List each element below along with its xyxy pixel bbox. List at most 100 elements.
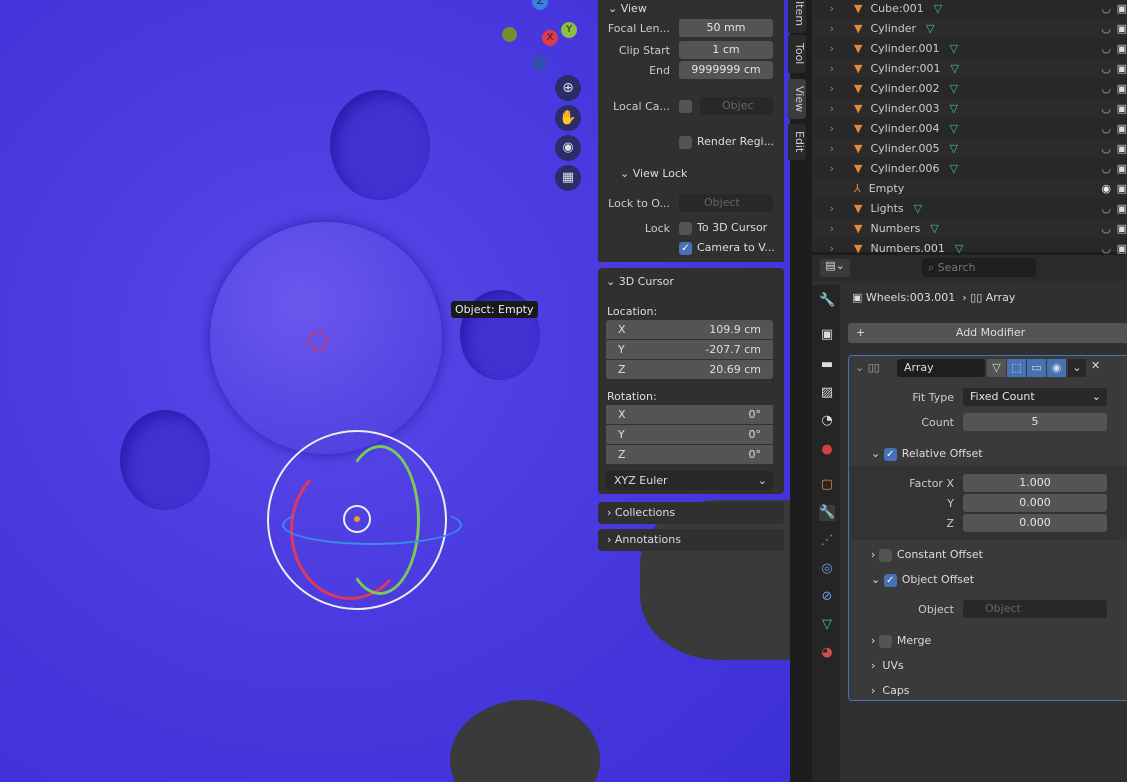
visibility-eye-icon[interactable]: ◡ xyxy=(1101,122,1111,135)
remove-modifier-icon[interactable]: ✕ xyxy=(1091,359,1100,372)
render-icon[interactable]: ▣ xyxy=(819,327,835,343)
modifier-wrench-icon[interactable]: 🔧 xyxy=(819,505,835,521)
render-camera-icon[interactable]: ▣ xyxy=(1117,2,1127,15)
particles-icon[interactable]: ⋰ xyxy=(819,533,835,549)
outliner-item[interactable]: › ▼ Cylinder.004 ▽ ◡ ▣ xyxy=(812,118,1127,138)
annotations-panel[interactable]: › Annotations xyxy=(598,529,784,551)
render-camera-icon[interactable]: ▣ xyxy=(1117,102,1127,115)
visibility-eye-icon[interactable]: ◡ xyxy=(1101,82,1111,95)
render-camera-icon[interactable]: ▣ xyxy=(1117,42,1127,55)
cursor-location-z[interactable]: Z 20.69 cm xyxy=(606,360,773,379)
tab-tool[interactable]: Tool xyxy=(788,35,806,73)
output-icon[interactable]: ▬ xyxy=(819,357,835,373)
object-icon[interactable]: ▢ xyxy=(819,477,835,493)
navigation-gizmo[interactable]: X Y Z xyxy=(498,0,588,80)
visibility-eye-icon[interactable]: ◡ xyxy=(1101,142,1111,155)
render-camera-icon[interactable]: ▣ xyxy=(1117,182,1127,195)
render-toggle[interactable]: ◉ xyxy=(1047,359,1066,377)
render-camera-icon[interactable]: ▣ xyxy=(1117,202,1127,215)
expand-icon[interactable]: › xyxy=(812,62,834,75)
offset-object-field[interactable]: Object xyxy=(963,600,1107,618)
cursor-rotation-y[interactable]: Y 0° xyxy=(606,425,773,444)
rotation-mode-dropdown[interactable]: XYZ Euler ⌄ xyxy=(606,471,773,490)
render-camera-icon[interactable]: ▣ xyxy=(1117,122,1127,135)
local-camera-field[interactable]: Objec xyxy=(700,97,773,115)
edit-mode-toggle[interactable]: ▽ xyxy=(987,359,1006,377)
visibility-eye-icon[interactable]: ◡ xyxy=(1101,242,1111,255)
render-camera-icon[interactable]: ▣ xyxy=(1117,142,1127,155)
expand-icon[interactable]: › xyxy=(812,102,834,115)
outliner-item[interactable]: › ▼ Cylinder.006 ▽ ◡ ▣ xyxy=(812,158,1127,178)
clip-end-field[interactable]: 9999999 cm xyxy=(679,61,773,79)
outliner-item[interactable]: › ▼ Cube:001 ▽ ◡ ▣ xyxy=(812,0,1127,18)
lock-to-object-field[interactable]: Object xyxy=(679,194,773,212)
search-input[interactable]: ⌕ Search xyxy=(922,258,1036,277)
factor-x-field[interactable]: 1.000 xyxy=(963,474,1107,492)
3d-cursor-icon[interactable] xyxy=(308,331,328,351)
expand-icon[interactable]: › xyxy=(812,202,834,215)
outliner-item[interactable]: › ▼ Cylinder.005 ▽ ◡ ▣ xyxy=(812,138,1127,158)
count-field[interactable]: 5 xyxy=(963,413,1107,431)
editor-type-icon[interactable]: ▤⌄ xyxy=(820,259,850,277)
rotate-ring-z[interactable] xyxy=(282,505,462,545)
render-camera-icon[interactable]: ▣ xyxy=(1117,62,1127,75)
cursor-rotation-z[interactable]: Z 0° xyxy=(606,445,773,464)
expand-icon[interactable]: › xyxy=(812,242,834,255)
outliner-item[interactable]: › ▼ Cylinder ▽ ◡ ▣ xyxy=(812,18,1127,38)
expand-icon[interactable]: › xyxy=(812,42,834,55)
cursor-location-x[interactable]: X 109.9 cm xyxy=(606,320,773,339)
camera-view-icon[interactable]: ◉ xyxy=(555,135,581,161)
outliner-item[interactable]: › ▼ Cylinder.003 ▽ ◡ ▣ xyxy=(812,98,1127,118)
visibility-eye-icon[interactable]: ◡ xyxy=(1101,22,1111,35)
zoom-icon[interactable]: ⊕ xyxy=(555,75,581,101)
3d-cursor-header[interactable]: ⌄ 3D Cursor xyxy=(606,275,674,288)
object-offset-checkbox[interactable]: ⌄ ✓ Object Offset xyxy=(871,573,974,587)
scene-icon[interactable]: ◔ xyxy=(819,413,835,429)
visibility-eye-icon[interactable]: ◡ xyxy=(1101,102,1111,115)
caps-section[interactable]: › Caps xyxy=(871,684,910,697)
tab-item[interactable]: Item xyxy=(788,0,806,33)
render-camera-icon[interactable]: ▣ xyxy=(1117,242,1127,255)
render-region-checkbox[interactable]: Render Regi... xyxy=(679,135,774,149)
factor-z-field[interactable]: 0.000 xyxy=(963,514,1107,532)
focal-length-field[interactable]: 50 mm xyxy=(679,19,773,37)
expand-icon[interactable]: › xyxy=(812,142,834,155)
visibility-eye-icon[interactable]: ◡ xyxy=(1101,42,1111,55)
tool-icon[interactable]: 🔧 xyxy=(819,293,835,309)
visibility-eye-icon[interactable]: ◡ xyxy=(1101,162,1111,175)
expand-icon[interactable]: › xyxy=(812,82,834,95)
add-modifier-button[interactable]: + Add Modifier xyxy=(848,323,1127,343)
modifier-menu-icon[interactable]: ⌄ xyxy=(1068,359,1086,377)
expand-icon[interactable]: › xyxy=(812,22,834,35)
outliner-item[interactable]: ⅄ Empty ◉ ▣ xyxy=(812,178,1127,198)
on-cage-toggle[interactable]: ⬚ xyxy=(1007,359,1026,377)
pan-hand-icon[interactable]: ✋ xyxy=(555,105,581,131)
mesh-data-icon[interactable]: ▽ xyxy=(819,617,835,633)
visibility-eye-icon[interactable]: ◡ xyxy=(1101,62,1111,75)
visibility-eye-icon[interactable]: ◡ xyxy=(1101,2,1111,15)
modifier-name-field[interactable]: Array xyxy=(897,359,985,377)
collections-panel[interactable]: › Collections xyxy=(598,502,784,524)
view-layer-icon[interactable]: ▨ xyxy=(819,385,835,401)
perspective-grid-icon[interactable]: ▦ xyxy=(555,165,581,191)
render-camera-icon[interactable]: ▣ xyxy=(1117,22,1127,35)
render-camera-icon[interactable]: ▣ xyxy=(1117,222,1127,235)
expand-icon[interactable]: › xyxy=(812,162,834,175)
tab-view[interactable]: View xyxy=(788,79,806,119)
camera-to-view-checkbox[interactable]: ✓ Camera to V... xyxy=(679,241,775,255)
expand-icon[interactable]: › xyxy=(812,2,834,15)
expand-icon[interactable]: › xyxy=(812,222,834,235)
constant-offset-checkbox[interactable]: › Constant Offset xyxy=(871,548,983,562)
tab-edit[interactable]: Edit xyxy=(788,124,806,160)
outliner-item[interactable]: › ▼ Cylinder.002 ▽ ◡ ▣ xyxy=(812,78,1127,98)
uvs-section[interactable]: › UVs xyxy=(871,659,904,672)
merge-checkbox[interactable]: › Merge xyxy=(871,634,931,648)
material-icon[interactable]: ◕ xyxy=(819,645,835,661)
expand-icon[interactable]: › xyxy=(812,122,834,135)
outliner-item[interactable]: › ▼ Lights ▽ ◡ ▣ xyxy=(812,198,1127,218)
visibility-eye-icon[interactable]: ◉ xyxy=(1101,182,1111,195)
render-camera-icon[interactable]: ▣ xyxy=(1117,82,1127,95)
lock-to-3d-cursor-checkbox[interactable]: To 3D Cursor xyxy=(679,221,767,235)
outliner-item[interactable]: › ▼ Cylinder.001 ▽ ◡ ▣ xyxy=(812,38,1127,58)
constraints-icon[interactable]: ⊘ xyxy=(819,589,835,605)
